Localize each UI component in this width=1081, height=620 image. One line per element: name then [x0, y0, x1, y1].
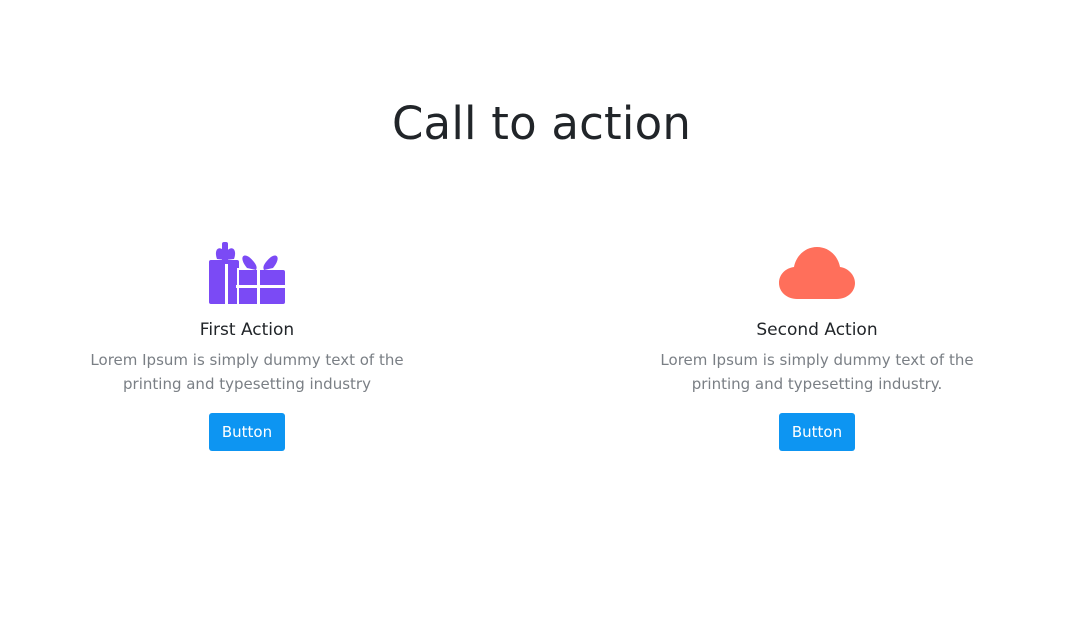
card-title: Second Action — [756, 320, 878, 340]
gift-icon — [209, 242, 285, 304]
page-title: Call to action — [391, 97, 692, 150]
call-to-action-section: Call to action First Action Lorem Ipsum … — [0, 0, 1081, 620]
card-title: First Action — [199, 320, 295, 340]
first-action-button[interactable]: Button — [208, 413, 286, 451]
second-action-card: Second Action Lorem Ipsum is simply dumm… — [632, 242, 1002, 451]
card-description: Lorem Ipsum is simply dummy text of the … — [660, 351, 974, 393]
card-description: Lorem Ipsum is simply dummy text of the … — [90, 351, 404, 393]
cloud-icon — [779, 247, 855, 299]
first-action-card: First Action Lorem Ipsum is simply dummy… — [62, 242, 432, 451]
second-action-button[interactable]: Button — [778, 413, 856, 451]
